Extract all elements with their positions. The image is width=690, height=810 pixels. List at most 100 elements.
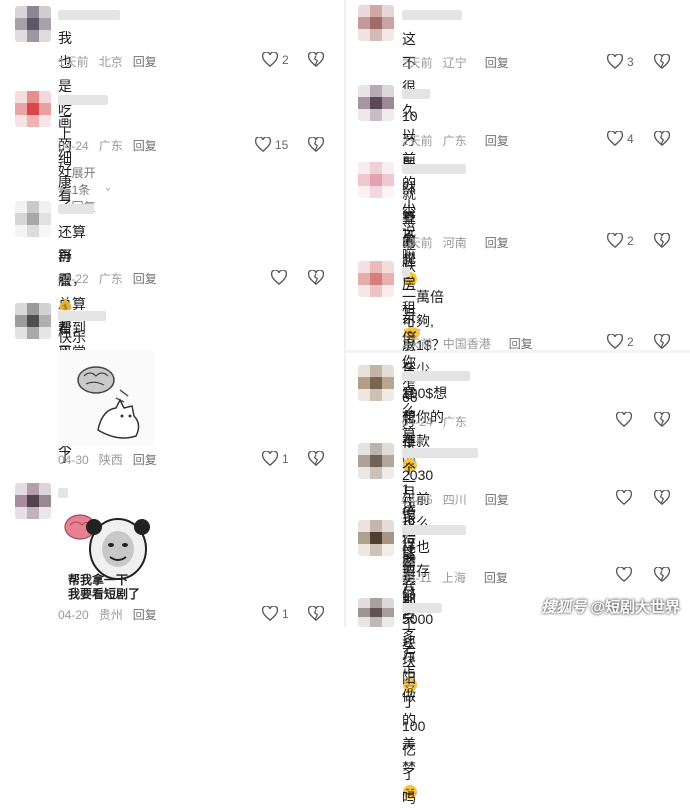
like-button[interactable] bbox=[616, 412, 632, 427]
comment-location: 中国香港 bbox=[442, 337, 491, 351]
avatar[interactable] bbox=[358, 520, 394, 556]
dislike-icon[interactable] bbox=[654, 233, 670, 248]
username-blurred[interactable] bbox=[402, 10, 462, 20]
reply-button[interactable]: 回复 bbox=[509, 337, 533, 351]
comment-time: 04-22 bbox=[58, 272, 89, 286]
like-button[interactable]: 3 bbox=[607, 54, 634, 69]
comment-location: 广东 bbox=[442, 134, 467, 148]
dislike-icon[interactable] bbox=[654, 412, 670, 427]
like-button[interactable]: 4 bbox=[607, 131, 634, 146]
dislike-icon[interactable] bbox=[308, 451, 324, 466]
like-count: 2 bbox=[627, 334, 634, 349]
heart-icon bbox=[271, 270, 287, 285]
expand-line bbox=[58, 189, 66, 190]
username-blurred[interactable] bbox=[402, 164, 466, 174]
username-blurred[interactable] bbox=[58, 311, 106, 321]
username-blurred[interactable] bbox=[402, 371, 470, 381]
comment-text-partial: 一万阳丁100亿了吗 bbox=[402, 622, 426, 806]
like-button[interactable] bbox=[616, 490, 632, 505]
like-button[interactable]: 2 bbox=[607, 233, 634, 248]
comment-location: 陕西 bbox=[98, 453, 123, 467]
like-count: 1 bbox=[282, 606, 289, 621]
dislike-icon[interactable] bbox=[654, 567, 670, 582]
avatar[interactable] bbox=[358, 443, 394, 479]
comment-meta: 04-25 四川 回复 bbox=[402, 491, 519, 508]
comment-location: 上海 bbox=[441, 571, 466, 585]
avatar[interactable] bbox=[358, 85, 394, 121]
heart-icon bbox=[607, 54, 623, 69]
username-blurred[interactable] bbox=[58, 204, 94, 214]
username-blurred[interactable] bbox=[402, 603, 442, 613]
like-button[interactable] bbox=[616, 567, 632, 582]
avatar[interactable] bbox=[15, 6, 51, 42]
comment-location: 贵州 bbox=[98, 608, 123, 622]
comment-meta: 04-24 广东 回复 bbox=[58, 137, 167, 154]
reply-button[interactable]: 回复 bbox=[133, 608, 157, 622]
heart-icon bbox=[607, 233, 623, 248]
like-button[interactable]: 2 bbox=[262, 52, 289, 67]
username-blurred[interactable] bbox=[402, 267, 410, 277]
comment-meta: 04-30 陕西 回复 bbox=[58, 451, 167, 468]
like-count: 3 bbox=[627, 54, 634, 69]
comment-meta: 2天前 中国香港 回复 bbox=[402, 335, 543, 352]
comment-time: 04-24 bbox=[58, 139, 89, 153]
sticker-image[interactable]: 帮我拿一下 我要看短剧了 bbox=[58, 505, 154, 601]
dislike-icon[interactable] bbox=[654, 131, 670, 146]
comment-meta: 04-22 广东 回复 bbox=[58, 270, 167, 287]
dislike-icon[interactable] bbox=[308, 606, 324, 621]
username-blurred[interactable] bbox=[58, 10, 120, 20]
reply-button[interactable]: 回复 bbox=[133, 453, 157, 467]
username-blurred[interactable] bbox=[402, 525, 466, 535]
reply-button[interactable]: 回复 bbox=[484, 571, 508, 585]
comment-meta: 1天前 河南 回复 bbox=[402, 234, 519, 251]
svg-text:$: $ bbox=[63, 303, 67, 311]
reply-button[interactable]: 回复 bbox=[133, 55, 157, 69]
like-button[interactable]: 1 bbox=[262, 606, 289, 621]
reply-button[interactable]: 回复 bbox=[133, 272, 157, 286]
money-bag-emoji-icon: $ bbox=[59, 299, 72, 311]
avatar[interactable] bbox=[15, 303, 51, 339]
avatar[interactable] bbox=[358, 5, 394, 41]
comment-meta: 2天前 辽宁 回复 bbox=[402, 54, 519, 71]
like-button[interactable]: 2 bbox=[607, 334, 634, 349]
reply-button[interactable]: 回复 bbox=[485, 493, 509, 507]
like-button[interactable]: 1 bbox=[262, 451, 289, 466]
heart-icon bbox=[607, 131, 623, 146]
avatar[interactable] bbox=[15, 483, 51, 519]
dislike-icon[interactable] bbox=[308, 137, 324, 152]
avatar[interactable] bbox=[358, 365, 394, 401]
reply-button[interactable]: 回复 bbox=[485, 236, 509, 250]
like-button[interactable] bbox=[271, 270, 287, 285]
dislike-icon[interactable] bbox=[308, 270, 324, 285]
avatar[interactable] bbox=[358, 261, 394, 297]
avatar[interactable] bbox=[358, 162, 394, 198]
heart-icon bbox=[255, 137, 271, 152]
avatar[interactable] bbox=[358, 598, 394, 627]
reply-button[interactable]: 回复 bbox=[485, 134, 509, 148]
like-count: 2 bbox=[282, 52, 289, 67]
dislike-icon[interactable] bbox=[654, 54, 670, 69]
avatar[interactable] bbox=[15, 91, 51, 127]
username-blurred[interactable] bbox=[58, 95, 108, 105]
reply-button[interactable]: 回复 bbox=[133, 139, 157, 153]
like-count: 1 bbox=[282, 451, 289, 466]
username-blurred[interactable] bbox=[58, 488, 68, 498]
comment-time: 04-25 bbox=[402, 493, 433, 507]
comment-time: 04-20 bbox=[58, 608, 89, 622]
username-blurred[interactable] bbox=[402, 89, 430, 99]
sticker-image[interactable] bbox=[58, 350, 154, 446]
dislike-icon[interactable] bbox=[654, 334, 670, 349]
heart-icon bbox=[262, 52, 278, 67]
dislike-icon[interactable] bbox=[654, 490, 670, 505]
comment-meta: 2天前 广东 回复 bbox=[402, 132, 519, 149]
heart-icon bbox=[616, 412, 632, 427]
comment-location: 河南 bbox=[442, 236, 467, 250]
like-button[interactable]: 15 bbox=[255, 137, 288, 152]
avatar[interactable] bbox=[15, 201, 51, 237]
dislike-icon[interactable] bbox=[308, 52, 324, 67]
comment-location: 广东 bbox=[98, 139, 123, 153]
reply-button[interactable]: 回复 bbox=[485, 56, 509, 70]
heart-icon bbox=[616, 567, 632, 582]
comment-time: 1天前 bbox=[402, 236, 433, 250]
username-blurred[interactable] bbox=[402, 448, 478, 458]
